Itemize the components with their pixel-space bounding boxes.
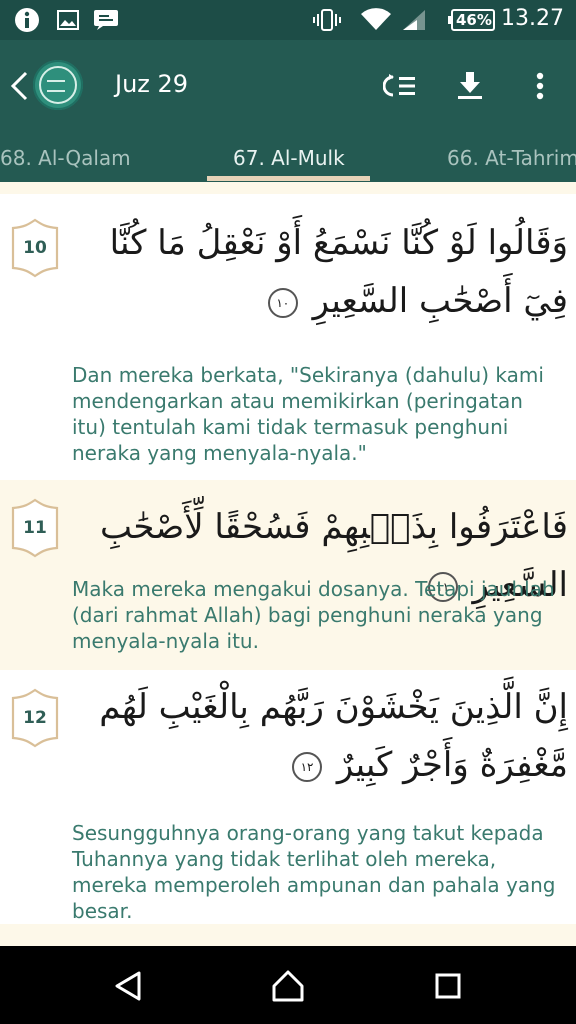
verse-end-mark: ١٢	[292, 752, 323, 782]
verse-number-badge: 10	[9, 218, 61, 278]
surah-tabs: 68. Al-Qalam 67. Al-Mulk 66. At-Tahrim	[0, 132, 576, 182]
tab-al-qalam[interactable]: 68. Al-Qalam	[0, 146, 131, 170]
notification-q-icon	[12, 8, 42, 32]
nav-back-button[interactable]	[110, 968, 146, 1004]
playlist-icon	[383, 74, 415, 97]
battery-icon: 46%	[448, 8, 496, 32]
verse-item[interactable]: 10 وَقَالُوا لَوْ كُنَّا نَسْمَعُ أَوْ ن…	[0, 198, 576, 480]
next-verse-edge	[0, 924, 576, 946]
home-icon	[272, 970, 304, 1002]
arabic-verse: إِنَّ الَّذِينَ يَخْشَوْنَ رَبَّهُم بِال…	[99, 687, 568, 785]
more-icon	[536, 72, 544, 100]
download-button[interactable]	[452, 68, 488, 104]
translation-text: Dan mereka berkata, "Sekiranya (dahulu) …	[72, 363, 544, 465]
verse-item[interactable]: 12 إِنَّ الَّذِينَ يَخْشَوْنَ رَبَّهُم ب…	[0, 670, 576, 924]
nav-home-button[interactable]	[270, 968, 306, 1004]
verse-number-badge: 11	[9, 498, 61, 558]
message-icon	[92, 8, 120, 32]
vibrate-icon	[312, 8, 342, 32]
battery-level: 46%	[456, 11, 492, 29]
verse-number-badge: 12	[9, 688, 61, 748]
download-icon	[458, 72, 482, 99]
app-logo	[33, 60, 83, 110]
chevron-left-icon	[10, 71, 28, 101]
image-icon	[56, 8, 80, 32]
translation-text: Maka mereka mengakui dosanya. Tetapi jau…	[72, 577, 555, 653]
playlist-button[interactable]	[382, 68, 418, 104]
verse-number: 10	[23, 238, 47, 258]
quran-logo-icon	[39, 66, 77, 104]
recents-square-icon	[435, 973, 461, 999]
clock: 13.27	[501, 5, 564, 31]
signal-icon	[400, 8, 428, 32]
back-triangle-icon	[115, 971, 141, 1001]
more-button[interactable]	[522, 68, 558, 104]
active-tab-indicator	[207, 176, 370, 181]
nav-recents-button[interactable]	[430, 968, 466, 1004]
back-button[interactable]	[8, 70, 30, 102]
system-nav-bar	[0, 946, 576, 1024]
verse-number: 11	[23, 518, 47, 538]
verse-list[interactable]: 10 وَقَالُوا لَوْ كُنَّا نَسْمَعُ أَوْ ن…	[0, 182, 576, 946]
app-bar: Juz 29	[0, 40, 576, 132]
arabic-text: وَقَالُوا لَوْ كُنَّا نَسْمَعُ أَوْ نَعْ…	[74, 214, 568, 330]
arabic-text: إِنَّ الَّذِينَ يَخْشَوْنَ رَبَّهُم بِال…	[74, 678, 568, 794]
verse-end-mark: ١٠	[267, 288, 298, 318]
translation-text: Sesungguhnya orang-orang yang takut kepa…	[72, 821, 556, 923]
arabic-verse: وَقَالُوا لَوْ كُنَّا نَسْمَعُ أَوْ نَعْ…	[109, 223, 568, 321]
previous-verse-edge	[0, 182, 576, 194]
verse-number: 12	[23, 708, 47, 728]
tab-at-tahrim[interactable]: 66. At-Tahrim	[447, 146, 576, 170]
page-title: Juz 29	[115, 70, 189, 98]
verse-item[interactable]: 11 فَاعْتَرَفُوا بِذَنۢبِهِمْ فَسُحْقًا …	[0, 480, 576, 670]
status-bar: 46% 13.27	[0, 0, 576, 40]
wifi-icon	[360, 8, 392, 32]
tab-al-mulk[interactable]: 67. Al-Mulk	[233, 146, 345, 170]
